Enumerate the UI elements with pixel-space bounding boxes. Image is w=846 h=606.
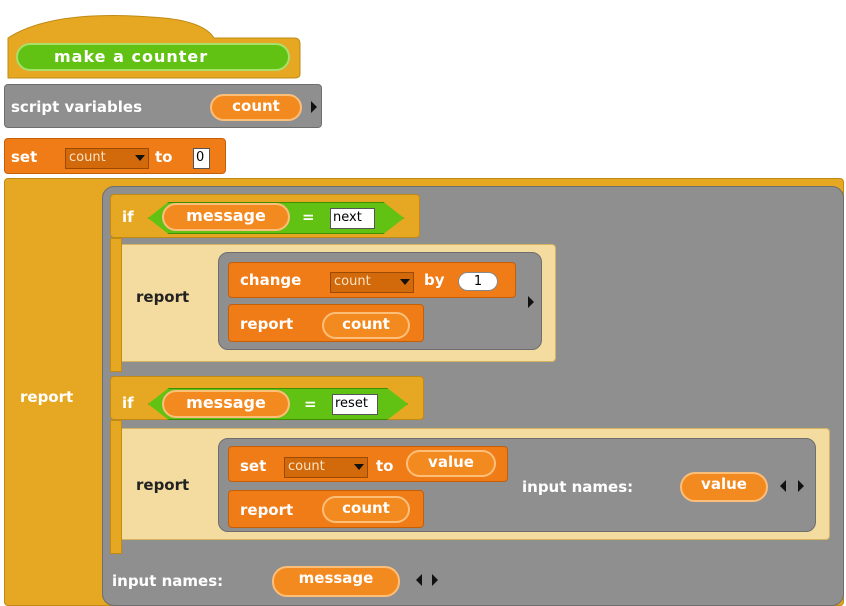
to-label: to (155, 148, 173, 166)
hat-block[interactable]: make a counter (4, 8, 302, 80)
message-variable-1[interactable]: message (162, 203, 290, 231)
dropdown-value: count (69, 150, 106, 165)
dropdown-triangle-icon (354, 464, 364, 470)
report-label-1b: report (240, 315, 294, 333)
equals-label-1: = (302, 208, 315, 226)
set-label-2: set (240, 457, 267, 475)
change-var-dropdown[interactable]: count (330, 272, 414, 293)
count-variable-1[interactable]: count (322, 312, 410, 339)
script-variables-block[interactable]: script variables count (4, 84, 322, 128)
dropdown-value: count (334, 274, 371, 289)
if-c-slot-2 (110, 420, 122, 554)
change-label: change (240, 271, 302, 289)
message-parameter[interactable]: message (272, 566, 400, 597)
hat-label: make a counter (54, 47, 209, 66)
arrow-right-icon-ring1[interactable] (528, 296, 534, 308)
dropdown-triangle-icon (400, 279, 410, 285)
set-block[interactable]: set count to 0 (4, 138, 226, 174)
reset-input[interactable]: reset (332, 394, 378, 415)
variable-dropdown[interactable]: count (65, 148, 149, 169)
arrow-left-icon-outer[interactable] (416, 574, 422, 586)
arrow-right-icon-2[interactable] (798, 480, 804, 492)
set-label: set (11, 148, 38, 166)
input-names-label-2: input names: (522, 478, 634, 496)
count-variable-2[interactable]: count (322, 496, 410, 523)
arrow-left-icon[interactable] (780, 480, 786, 492)
equals-label-2: = (304, 395, 317, 413)
script-variable-count[interactable]: count (210, 94, 302, 121)
dropdown-triangle-icon (135, 155, 145, 161)
input-names-label-outer: input names: (112, 572, 224, 590)
next-input[interactable]: next (330, 208, 375, 229)
by-label: by (424, 271, 445, 289)
to-label-2: to (376, 457, 394, 475)
inner-report-label-1: report (136, 288, 190, 306)
message-variable-2[interactable]: message (162, 390, 290, 418)
report-label-2b: report (240, 501, 294, 519)
value-variable[interactable]: value (406, 450, 496, 477)
if-label-2: if (122, 394, 134, 412)
change-amount-input[interactable]: 1 (458, 272, 498, 291)
set-var-dropdown[interactable]: count (284, 457, 368, 478)
set-value-input[interactable]: 0 (193, 148, 210, 169)
arrow-right-icon[interactable] (311, 101, 317, 113)
script-variables-label: script variables (11, 98, 143, 116)
if-c-slot-1 (110, 238, 122, 372)
arrow-right-icon-outer[interactable] (432, 574, 438, 586)
outer-report-label: report (20, 388, 74, 406)
inner-report-label-2: report (136, 476, 190, 494)
dropdown-value: count (288, 459, 325, 474)
if-label-1: if (122, 208, 134, 226)
value-parameter[interactable]: value (680, 472, 768, 502)
